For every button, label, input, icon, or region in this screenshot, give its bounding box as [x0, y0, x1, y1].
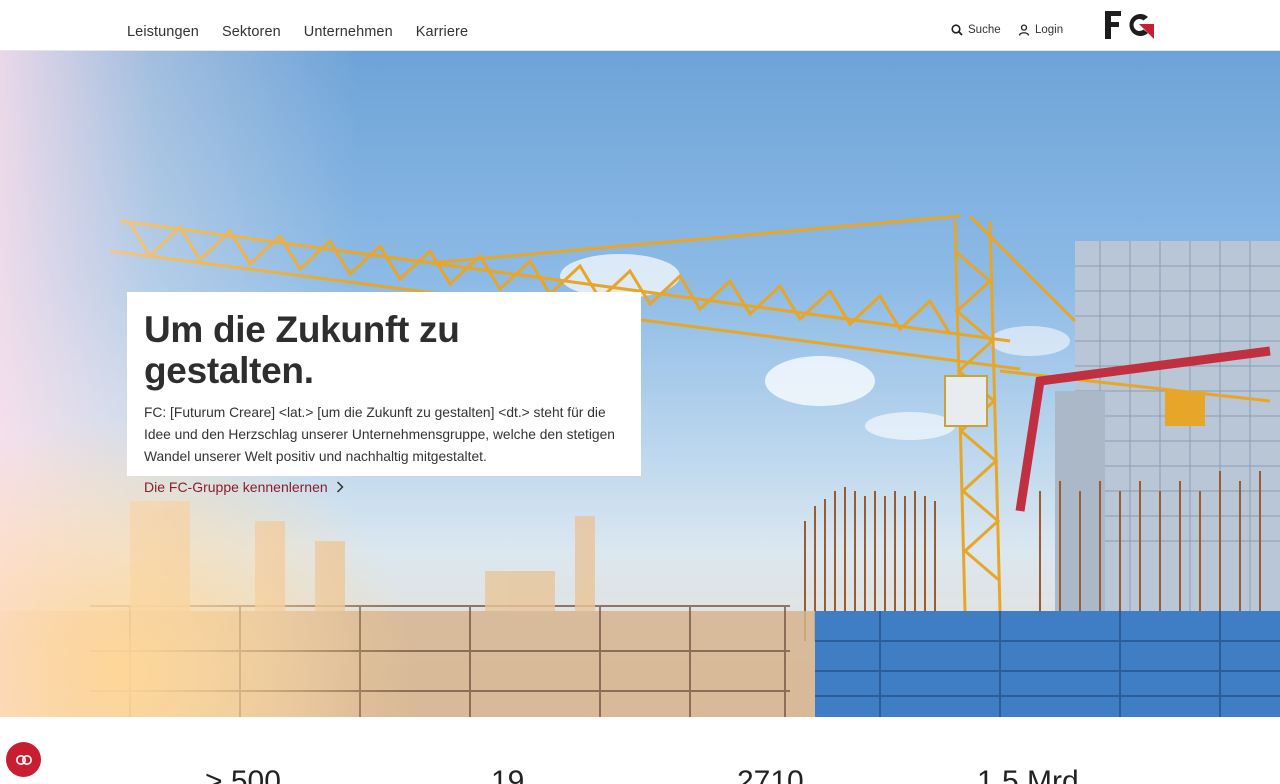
hero-intro-card: Um die Zukunft zu gestalten. FC: [Futuru…: [127, 292, 641, 495]
nav-item-sektoren[interactable]: Sektoren: [222, 24, 281, 40]
login-button[interactable]: Login: [1018, 24, 1063, 36]
nav-item-karriere[interactable]: Karriere: [416, 24, 468, 40]
login-label: Login: [1035, 24, 1064, 36]
site-header: Leistungen Sektoren Unternehmen Karriere…: [0, 0, 1280, 51]
stat-value-3: 2710: [737, 765, 804, 784]
stat-value-2: 19: [491, 765, 525, 784]
main-nav: Leistungen Sektoren Unternehmen Karriere: [127, 24, 468, 40]
fc-group-link-label: Die FC-Gruppe kennenlernen: [144, 479, 328, 496]
cookie-consent-icon: [15, 754, 32, 765]
key-figures: > 500 19 2710 1,5 Mrd: [0, 717, 1280, 784]
search-icon: [951, 24, 963, 36]
fc-logo[interactable]: [1104, 10, 1156, 40]
hero-text: FC: [Futurum Creare] <lat.> [um die Zuku…: [144, 405, 615, 465]
hero-title: Um die Zukunft zu gestalten.: [144, 309, 460, 391]
search-button[interactable]: Suche: [951, 24, 1001, 36]
stat-value-1: > 500: [205, 765, 281, 784]
hero-banner: Um die Zukunft zu gestalten. FC: [Futuru…: [0, 51, 1280, 717]
fc-group-link[interactable]: Die FC-Gruppe kennenlernen: [144, 479, 344, 495]
stat-value-4: 1,5 Mrd: [977, 765, 1079, 784]
chevron-right-icon: [336, 481, 344, 493]
cookie-consent-button[interactable]: [6, 742, 41, 777]
nav-item-unternehmen[interactable]: Unternehmen: [304, 24, 393, 40]
search-label: Suche: [968, 24, 1001, 36]
user-icon: [1018, 24, 1030, 36]
nav-item-leistungen[interactable]: Leistungen: [127, 24, 199, 40]
